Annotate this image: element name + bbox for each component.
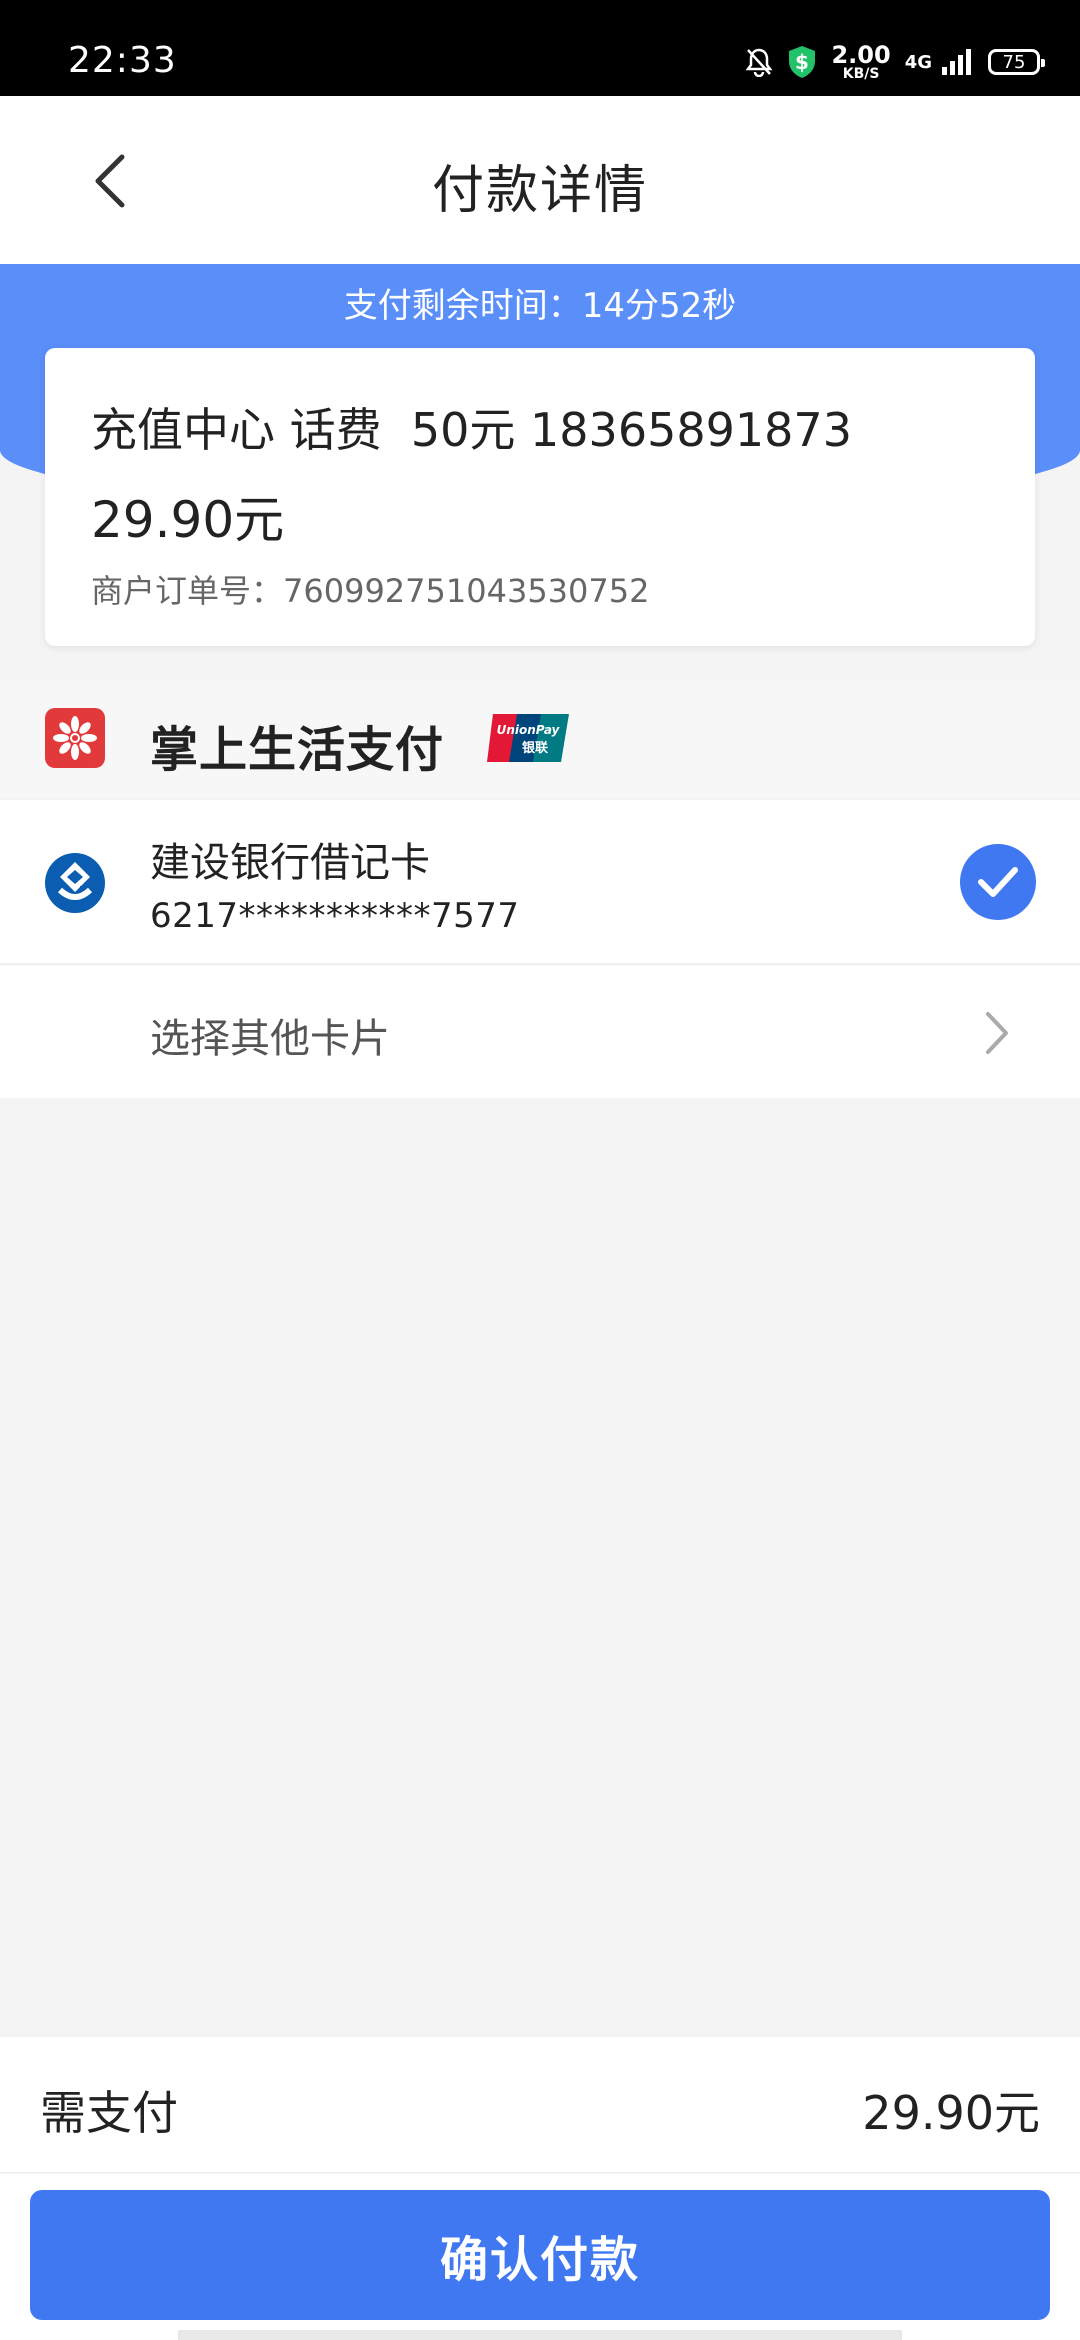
status-time: 22:33 xyxy=(68,40,177,81)
unionpay-logo-icon: UnionPay 银联 xyxy=(487,714,569,762)
selected-card-row[interactable]: 建设银行借记卡 6217***********7577 xyxy=(0,800,1080,964)
security-shield-icon: $ xyxy=(789,46,816,78)
svg-text:银联: 银联 xyxy=(522,740,548,756)
chevron-right-icon xyxy=(986,1012,1008,1054)
payment-method-name: 掌上生活支付 xyxy=(150,722,445,778)
navigation-hint-bar xyxy=(178,2330,902,2340)
order-summary-card: 充值中心 话费 50元 18365891873 29.90元 商户订单号：760… xyxy=(45,348,1035,646)
amount-due-row: 需支付 29.90元 xyxy=(0,2037,1080,2173)
status-bar: 22:33 $ 2.00 KB/S 4G 75 xyxy=(0,0,1080,96)
page-title: 付款详情 xyxy=(431,161,648,221)
mute-bell-icon xyxy=(745,48,773,77)
card-number: 6217***********7577 xyxy=(150,896,520,936)
network-speed: 2.00 KB/S xyxy=(831,41,891,82)
card-selected-check[interactable] xyxy=(960,844,1036,920)
amount-due-label: 需支付 xyxy=(40,2086,178,2140)
ccb-bank-logo-icon xyxy=(45,853,105,913)
order-amount: 29.90元 xyxy=(91,491,285,549)
amount-due-value: 29.90元 xyxy=(862,2086,1040,2140)
select-other-card-row[interactable]: 选择其他卡片 xyxy=(0,966,1080,1098)
signal-icon xyxy=(942,49,971,75)
svg-text:$: $ xyxy=(796,50,810,74)
zhangshang-life-logo-icon xyxy=(45,708,105,768)
checkmark-icon xyxy=(978,867,1018,897)
network-type: 4G xyxy=(904,51,932,73)
status-icons: $ 2.00 KB/S 4G 75 xyxy=(745,40,1045,84)
battery-icon: 75 xyxy=(988,49,1045,75)
header: 付款详情 xyxy=(0,96,1080,264)
confirm-payment-button[interactable]: 确认付款 xyxy=(30,2190,1050,2320)
svg-text:UnionPay: UnionPay xyxy=(497,723,561,737)
bank-name: 建设银行借记卡 xyxy=(150,840,430,886)
payment-countdown: 支付剩余时间：14分52秒 xyxy=(343,286,737,326)
merchant-order-number: 商户订单号：760992751043530752 xyxy=(91,572,650,610)
order-title: 充值中心 话费 50元 18365891873 xyxy=(91,403,852,457)
payment-method-header: 掌上生活支付 UnionPay 银联 xyxy=(0,680,1080,798)
select-other-card-label: 选择其他卡片 xyxy=(150,1016,390,1062)
